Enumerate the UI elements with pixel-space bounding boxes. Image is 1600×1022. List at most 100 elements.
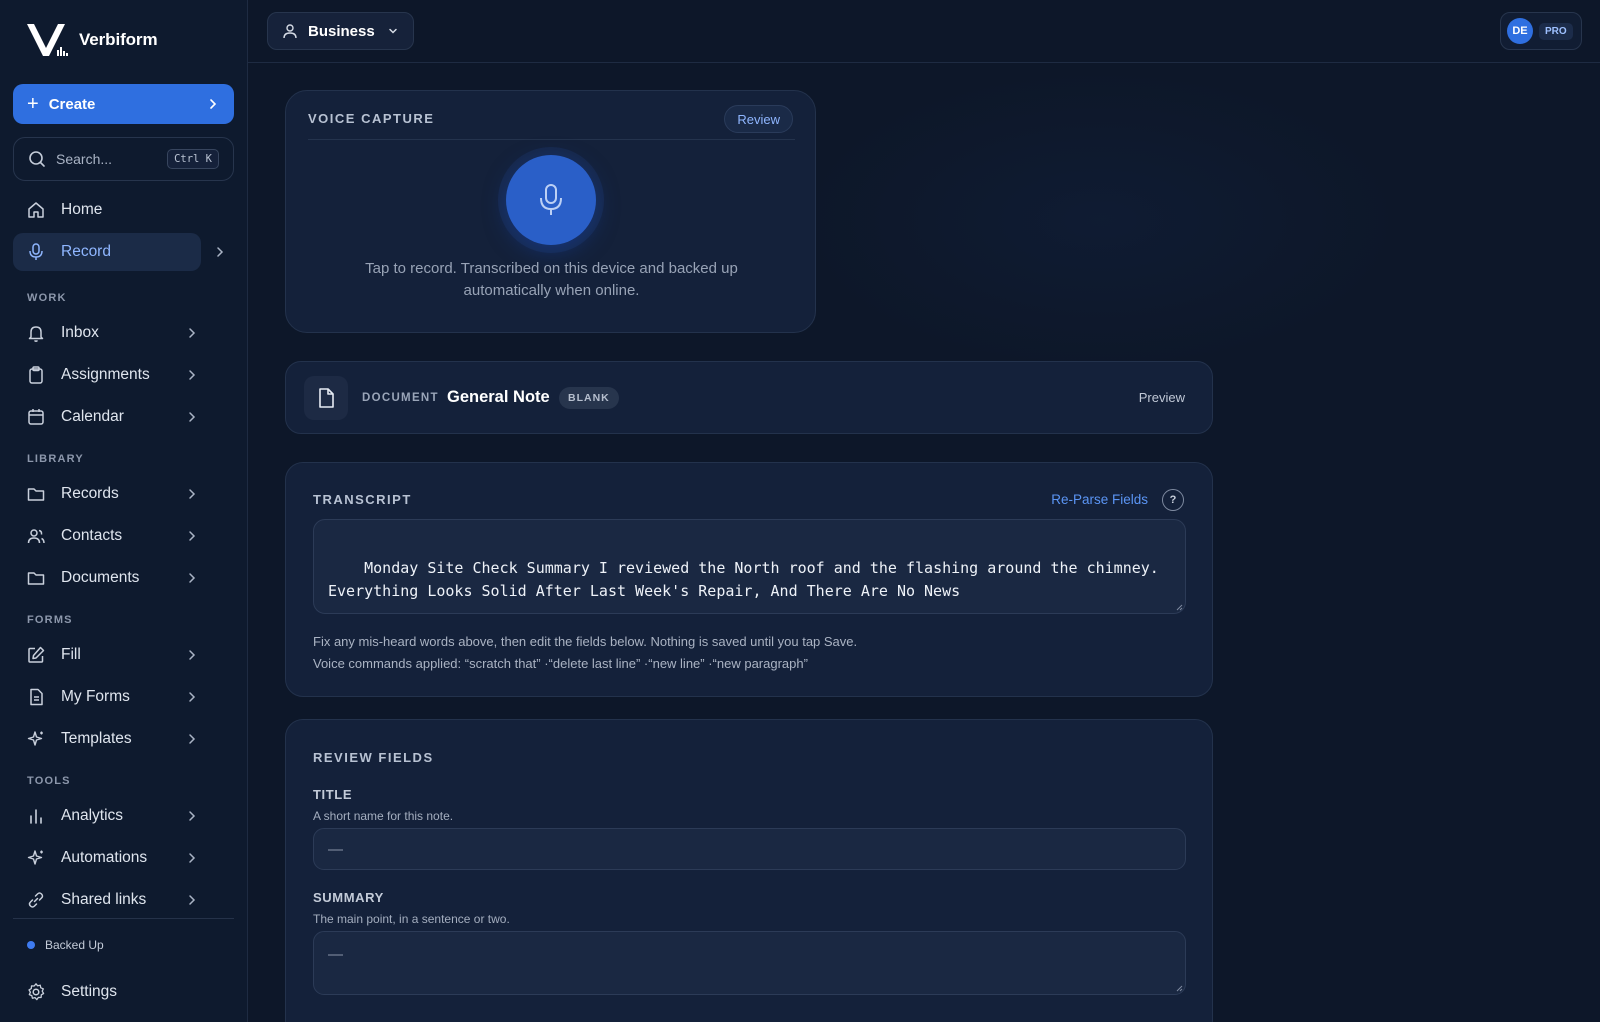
voice-commands-line: Voice commands applied: “scratch that” ·… — [313, 656, 808, 671]
resize-grip-icon[interactable] — [1175, 603, 1183, 611]
search-input[interactable]: Search... Ctrl K — [13, 137, 234, 181]
field-label-summary: SUMMARY — [313, 890, 384, 905]
sidebar-item-templates[interactable]: Templates — [13, 720, 199, 758]
chevron-right-icon — [189, 573, 196, 583]
section-label-work: WORK — [27, 292, 67, 304]
sidebar-item-label: Assignments — [61, 366, 150, 383]
plus-icon: + — [27, 93, 39, 115]
chevron-right-icon — [189, 412, 196, 422]
sidebar-item-settings[interactable]: Settings — [13, 973, 199, 1011]
title-field-value: — — [328, 840, 343, 858]
sidebar-item-inbox[interactable]: Inbox — [13, 314, 199, 352]
document-card: DOCUMENT General Note BLANK Preview — [285, 361, 1213, 434]
file-text-icon — [26, 687, 46, 707]
sidebar-item-contacts[interactable]: Contacts — [13, 517, 199, 555]
sidebar-item-label: Fill — [61, 646, 81, 663]
edit-icon — [26, 645, 46, 665]
transcript-help-line: Fix any mis-heard words above, then edit… — [313, 634, 858, 649]
sidebar-item-assignments[interactable]: Assignments — [13, 356, 199, 394]
sidebar-item-shared-links[interactable]: Shared links — [13, 881, 199, 919]
top-bar: Business DE PRO — [248, 0, 1600, 63]
field-label-title: TITLE — [313, 787, 353, 802]
sidebar-item-automations[interactable]: Automations — [13, 839, 199, 877]
help-icon[interactable]: ? — [1162, 489, 1184, 511]
sidebar-item-label: Automations — [61, 849, 148, 866]
create-button[interactable]: + Create — [13, 84, 234, 124]
section-label-tools: TOOLS — [27, 775, 71, 787]
section-label-forms: FORMS — [27, 614, 73, 626]
sidebar-item-my-forms[interactable]: My Forms — [13, 678, 199, 716]
review-fields-title: REVIEW FIELDS — [313, 750, 434, 765]
voice-capture-title: VOICE CAPTURE — [308, 111, 435, 126]
search-shortcut: Ctrl K — [167, 149, 219, 169]
field-hint-summary: The main point, in a sentence or two. — [313, 912, 510, 926]
sidebar-item-documents[interactable]: Documents — [13, 559, 199, 597]
workspace-label: Business — [308, 22, 375, 40]
sidebar-item-label: Home — [61, 201, 103, 218]
sidebar-item-analytics[interactable]: Analytics — [13, 797, 199, 835]
brand[interactable]: Verbiform — [25, 22, 158, 58]
chevron-right-icon — [189, 811, 196, 821]
sidebar-item-record[interactable]: Record — [13, 233, 224, 271]
calendar-icon — [26, 407, 46, 427]
review-button[interactable]: Review — [724, 105, 793, 133]
sidebar-item-home[interactable]: Home — [13, 191, 199, 229]
voice-capture-card: VOICE CAPTURE Review Tap to record. Tran… — [285, 90, 816, 333]
sidebar-item-label: Documents — [61, 569, 140, 586]
reparse-fields-link[interactable]: Re-Parse Fields — [1051, 492, 1148, 507]
template-badge: BLANK — [559, 387, 619, 409]
workspace-switcher[interactable]: Business — [267, 12, 414, 50]
transcript-text: Monday Site Check Summary I reviewed the… — [328, 559, 1168, 600]
sidebar-item-label: Calendar — [61, 408, 124, 425]
summary-field-value: — — [328, 946, 343, 963]
sidebar: Verbiform + Create Search... Ctrl K Home… — [0, 0, 248, 1022]
chevron-right-icon — [189, 895, 196, 905]
sidebar-item-label: Shared links — [61, 891, 147, 908]
transcript-title: TRANSCRIPT — [313, 492, 412, 507]
user-icon — [283, 24, 297, 39]
bell-icon — [26, 323, 46, 343]
sidebar-item-label: Record — [61, 243, 111, 260]
divider — [308, 139, 795, 140]
preview-link[interactable]: Preview — [1139, 390, 1185, 405]
chevron-right-icon — [189, 489, 196, 499]
title-field[interactable]: — — [313, 828, 1186, 870]
chevron-right-icon — [189, 531, 196, 541]
document-name: General Note — [447, 388, 550, 406]
chevron-right-icon — [189, 734, 196, 744]
sidebar-item-fill[interactable]: Fill — [13, 636, 199, 674]
chevron-right-icon — [189, 328, 196, 338]
section-label-library: LIBRARY — [27, 453, 84, 465]
record-hint: Tap to record. Transcribed on this devic… — [365, 260, 738, 299]
chevron-right-icon — [189, 853, 196, 863]
sidebar-item-label: Records — [61, 485, 119, 502]
search-placeholder: Search... — [56, 151, 113, 167]
sidebar-item-label: Settings — [61, 983, 118, 1000]
account-menu[interactable]: DE PRO — [1500, 12, 1582, 50]
sidebar-item-label: Inbox — [61, 324, 99, 341]
clipboard-icon — [26, 365, 46, 385]
sidebar-item-calendar[interactable]: Calendar — [13, 398, 199, 436]
summary-field[interactable]: — — [313, 931, 1186, 995]
app-name: Verbiform — [79, 30, 158, 49]
document-kicker: DOCUMENT — [362, 392, 439, 404]
home-icon — [26, 200, 46, 220]
record-button[interactable] — [506, 155, 596, 245]
link-icon — [26, 890, 46, 910]
sparkle-icon — [26, 729, 46, 749]
mic-icon — [26, 242, 46, 262]
chevron-down-icon — [388, 28, 397, 34]
backup-status-label: Backed Up — [45, 938, 104, 952]
sidebar-item-records[interactable]: Records — [13, 475, 199, 513]
mic-icon — [540, 184, 562, 215]
transcript-help: Fix any mis-heard words above, then edit… — [313, 631, 857, 675]
gear-icon — [26, 982, 46, 1002]
review-fields-card: REVIEW FIELDS TITLE A short name for thi… — [285, 719, 1213, 1022]
sidebar-item-label: My Forms — [61, 688, 130, 705]
field-hint-title: A short name for this note. — [313, 809, 454, 823]
chevron-right-icon — [189, 692, 196, 702]
resize-grip-icon[interactable] — [1175, 984, 1183, 992]
sparkle-icon — [26, 848, 46, 868]
backup-status: Backed Up — [27, 938, 104, 952]
transcript-textarea[interactable]: Monday Site Check Summary I reviewed the… — [313, 519, 1186, 614]
